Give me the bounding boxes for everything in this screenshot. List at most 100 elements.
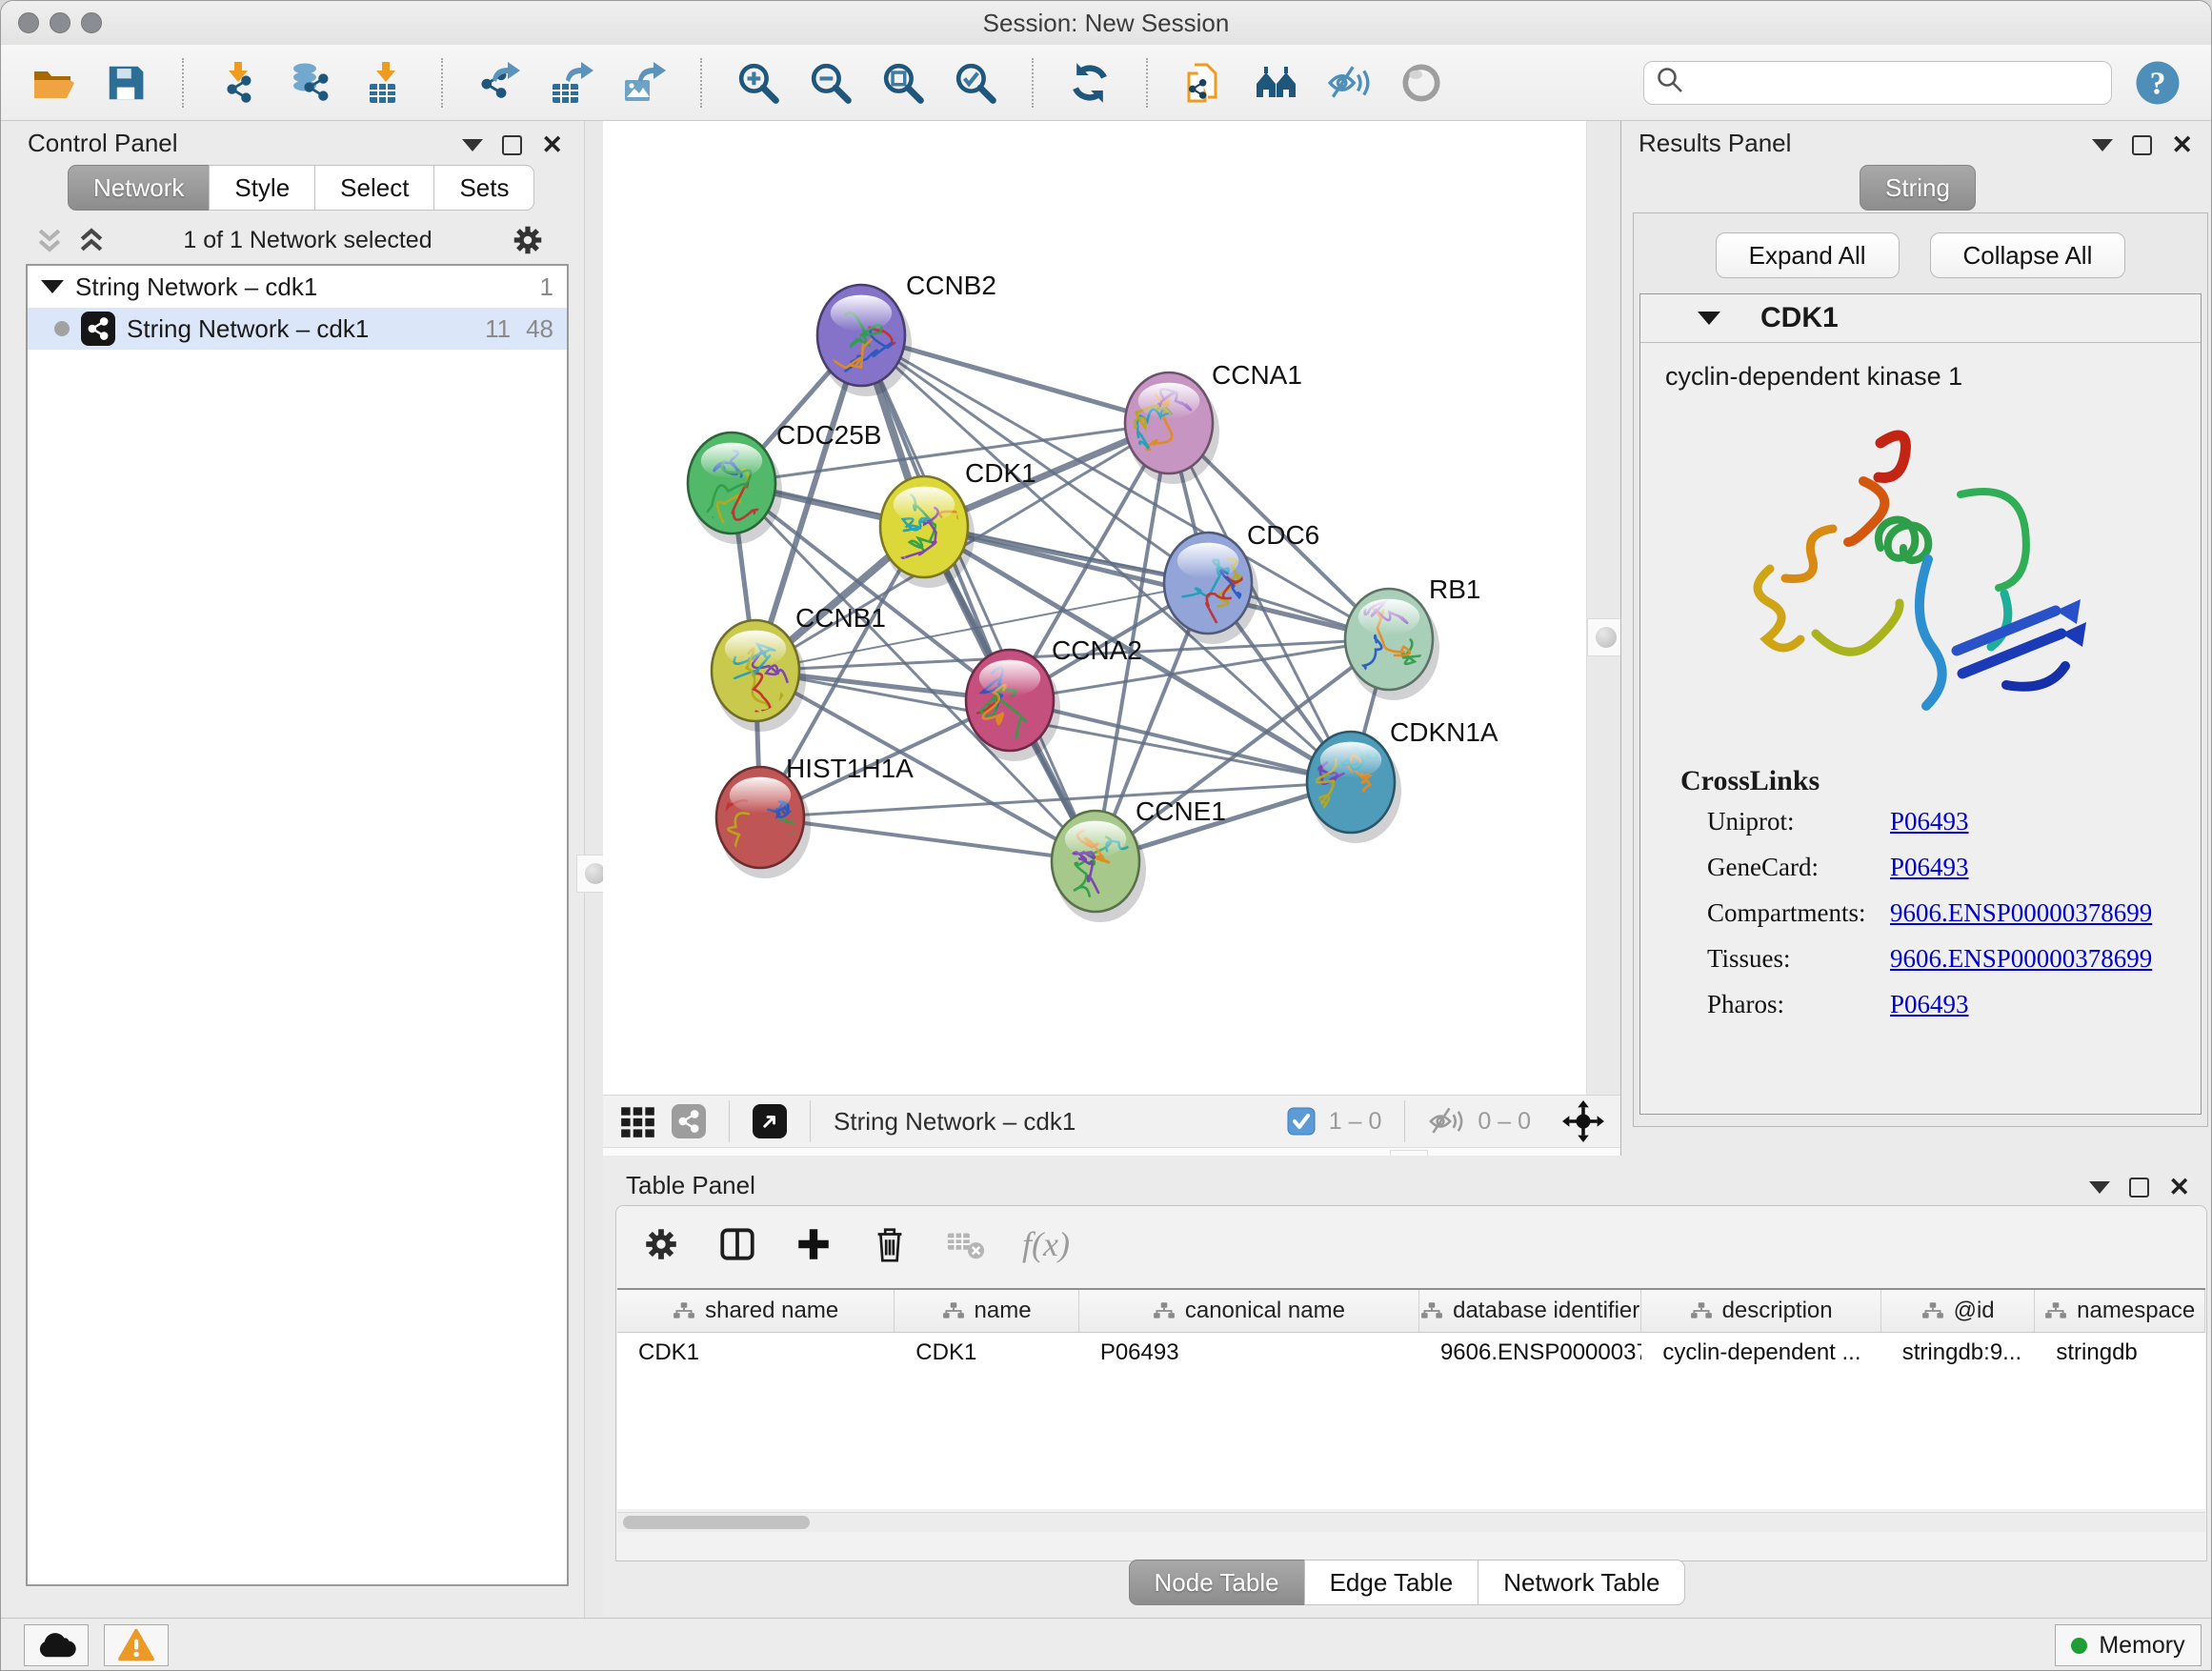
help-button[interactable]: ? — [2133, 58, 2182, 108]
column-header-database-identifier[interactable]: database identifier — [1419, 1290, 1641, 1332]
table-row[interactable]: CDK1CDK1P064939606.ENSP00000378699cyclin… — [617, 1333, 2205, 1373]
export-table-button[interactable] — [548, 57, 595, 109]
panel-float-icon[interactable] — [502, 135, 522, 155]
crosslink-link[interactable]: 9606.ENSP00000378699 — [1890, 898, 2152, 928]
column-label: description — [1722, 1298, 1833, 1324]
collection-expand-icon[interactable] — [41, 280, 64, 293]
column-header-shared-name[interactable]: shared name — [617, 1290, 895, 1332]
network-options-gear-icon[interactable] — [510, 222, 546, 258]
scrollbar-thumb[interactable] — [623, 1516, 810, 1529]
memory-button[interactable]: Memory — [2055, 1624, 2202, 1666]
expand-all-icon[interactable] — [77, 225, 106, 255]
warning-button[interactable] — [104, 1624, 169, 1666]
tab-network[interactable]: Network — [68, 165, 210, 211]
fit-content-crosshair-icon[interactable] — [1561, 1099, 1605, 1143]
tab-string[interactable]: String — [1860, 165, 1976, 211]
add-column-icon[interactable] — [794, 1224, 834, 1264]
crosslink-link[interactable]: P06493 — [1890, 853, 1969, 882]
network-canvas[interactable]: CCNB2CCNA1CDC25BCDK1CDC6RB1CCNB1CCNA2CDK… — [603, 121, 1586, 1095]
table-cell: CDK1 — [895, 1333, 1079, 1373]
network-node-CCNA1[interactable] — [1116, 372, 1213, 473]
right-splitter[interactable] — [1586, 121, 1621, 1095]
crosslinks-list: Uniprot:P06493GeneCard:P06493Compartment… — [1640, 807, 2201, 1019]
results-panel-close-icon[interactable]: ✕ — [2171, 132, 2193, 158]
first-neighbors-button[interactable] — [1253, 57, 1300, 109]
copy-network-button[interactable] — [1180, 57, 1228, 109]
network-node-CDKN1A[interactable] — [1307, 732, 1395, 833]
zoom-in-button[interactable] — [734, 57, 782, 109]
right-splitter-grip[interactable] — [1587, 618, 1625, 656]
crosslink-label: Uniprot: — [1707, 807, 1890, 836]
crosslink-link[interactable]: P06493 — [1890, 990, 1969, 1019]
network-tree: String Network – cdk1 1 String Network –… — [26, 264, 569, 1586]
gene-card-header[interactable]: CDK1 — [1640, 294, 2201, 343]
export-image-button[interactable] — [620, 57, 668, 109]
column-header-namespace[interactable]: namespace — [2035, 1290, 2205, 1332]
collection-count: 1 — [540, 272, 553, 302]
tab-network-table[interactable]: Network Table — [1478, 1560, 1685, 1605]
network-row[interactable]: String Network – cdk1 11 48 — [28, 308, 567, 350]
node-label-CCNA1: CCNA1 — [1212, 360, 1302, 390]
column-header-name[interactable]: name — [895, 1290, 1079, 1332]
crosslink-row: Uniprot:P06493 — [1707, 807, 2201, 836]
table-panel-float-icon[interactable] — [2129, 1178, 2149, 1198]
results-panel-float-icon[interactable] — [2132, 135, 2152, 155]
tab-node-table[interactable]: Node Table — [1129, 1560, 1305, 1605]
table-panel-close-icon[interactable]: ✕ — [2168, 1175, 2190, 1200]
network-node-CDC25B[interactable] — [688, 433, 775, 534]
show-all-button[interactable] — [1398, 57, 1445, 109]
left-splitter[interactable] — [584, 121, 605, 1619]
column-label: shared name — [705, 1298, 838, 1324]
gene-collapse-icon[interactable] — [1698, 312, 1720, 325]
zoom-fit-button[interactable] — [879, 57, 927, 109]
panel-close-icon[interactable]: ✕ — [541, 132, 563, 158]
network-overview-icon[interactable] — [672, 1104, 706, 1138]
results-panel-menu-icon[interactable] — [2092, 139, 2113, 151]
zoom-out-button[interactable] — [807, 57, 855, 109]
cloud-button[interactable] — [24, 1624, 89, 1666]
column-label: @id — [1954, 1298, 1995, 1324]
selected-checkbox-icon[interactable] — [1287, 1107, 1316, 1136]
function-builder-icon[interactable]: f(x) — [1022, 1224, 1070, 1264]
column-header-at-id[interactable]: @id — [1881, 1290, 2036, 1332]
table-container: f(x) shared name namecanonical namedataba… — [615, 1205, 2207, 1561]
save-session-button[interactable] — [102, 57, 150, 109]
show-columns-icon[interactable] — [717, 1224, 757, 1264]
crosslink-link[interactable]: 9606.ENSP00000378699 — [1890, 944, 2152, 974]
panel-menu-icon[interactable] — [462, 139, 483, 151]
delete-table-icon[interactable] — [946, 1224, 986, 1264]
grid-view-icon[interactable] — [618, 1101, 658, 1141]
tab-sets[interactable]: Sets — [433, 165, 534, 211]
zoom-selected-button[interactable] — [952, 57, 999, 109]
hidden-eye-icon[interactable] — [1428, 1105, 1464, 1137]
crosslink-label: GeneCard: — [1707, 853, 1890, 882]
table-horizontal-scrollbar[interactable] — [617, 1512, 2205, 1532]
network-collection-row[interactable]: String Network – cdk1 1 — [28, 266, 567, 308]
apply-layout-button[interactable] — [1066, 57, 1114, 109]
delete-column-icon[interactable] — [870, 1224, 910, 1264]
column-header-description[interactable]: description — [1641, 1290, 1880, 1332]
import-network-database-button[interactable] — [289, 57, 336, 109]
tab-style[interactable]: Style — [209, 165, 315, 211]
collapse-all-button[interactable]: Collapse All — [1930, 232, 2126, 278]
export-network-button[interactable] — [475, 57, 523, 109]
import-table-button[interactable] — [361, 57, 409, 109]
node-label-CDC25B: CDC25B — [776, 420, 881, 450]
detach-view-icon[interactable] — [753, 1104, 787, 1138]
search-input[interactable] — [1692, 69, 2100, 97]
table-panel-menu-icon[interactable] — [2089, 1181, 2110, 1194]
expand-all-button[interactable]: Expand All — [1716, 232, 1900, 278]
tab-select[interactable]: Select — [314, 165, 434, 211]
column-header-canonical-name[interactable]: canonical name — [1079, 1290, 1419, 1332]
hide-selected-button[interactable] — [1325, 57, 1373, 109]
table-gear-icon[interactable] — [641, 1224, 681, 1264]
collection-label: String Network – cdk1 — [75, 272, 317, 302]
collapse-all-icon[interactable] — [35, 225, 64, 255]
table-cell: P06493 — [1079, 1333, 1419, 1373]
import-network-button[interactable] — [216, 57, 264, 109]
network-node-RB1[interactable] — [1345, 589, 1443, 701]
tab-edge-table[interactable]: Edge Table — [1304, 1560, 1479, 1605]
node-count: 11 — [485, 314, 511, 344]
open-session-button[interactable] — [30, 57, 77, 109]
crosslink-link[interactable]: P06493 — [1890, 807, 1969, 836]
